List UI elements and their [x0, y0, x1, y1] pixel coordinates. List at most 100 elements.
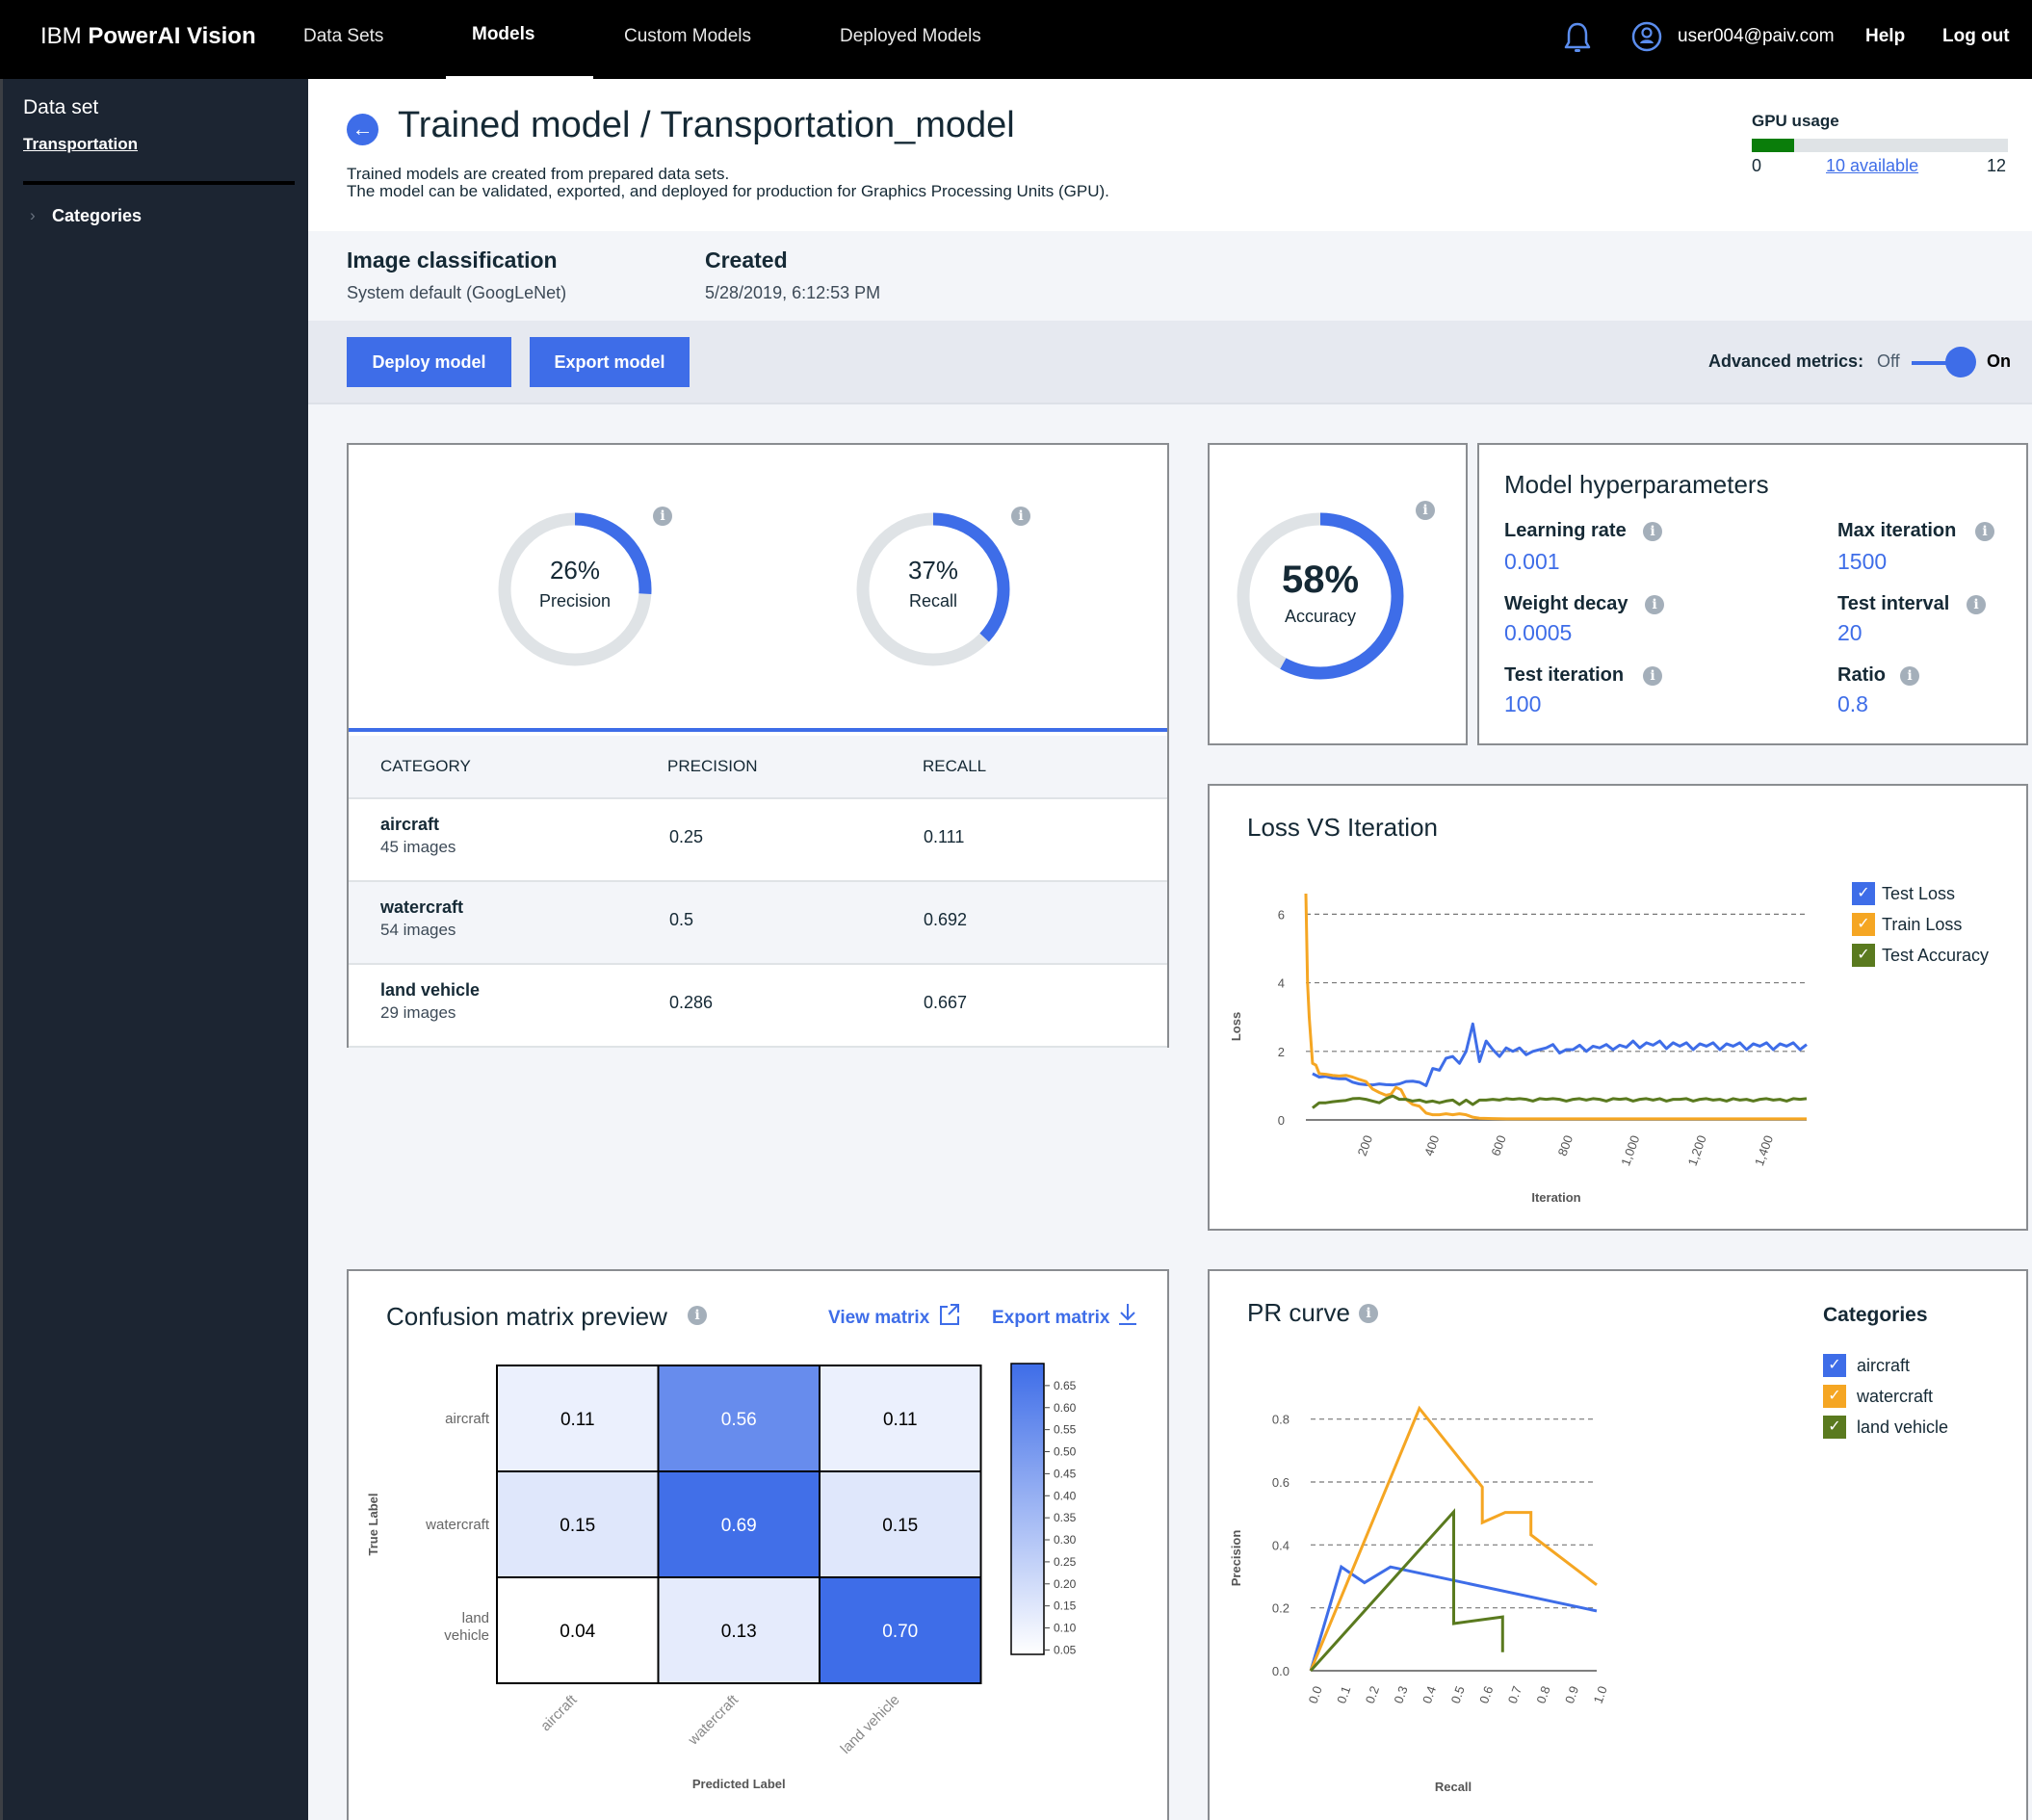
legend-checkbox-train-loss[interactable]: ✓ — [1852, 913, 1875, 936]
y-tick-label: 0 — [1278, 1113, 1285, 1128]
gpu-max: 12 — [1987, 156, 2007, 175]
column-header-category[interactable]: CATEGORY — [380, 757, 471, 776]
row-image-count: 45 images — [380, 838, 456, 856]
row-label: aircraft — [445, 1411, 490, 1427]
user-email[interactable]: user004@paiv.com — [1678, 26, 1835, 47]
model-info-strip: Image classification System default (Goo… — [308, 231, 2032, 321]
page-header: ← Trained model / Transportation_model T… — [308, 79, 2032, 231]
table-row: land vehicle 29 images 0.286 0.667 — [349, 965, 1167, 1048]
legend-checkbox-test-accuracy[interactable]: ✓ — [1852, 944, 1875, 967]
x-tick-label: 1,200 — [1685, 1133, 1709, 1168]
action-bar: Deploy model Export model Advanced metri… — [308, 321, 2032, 404]
legend-checkbox-land-vehicle[interactable]: ✓ — [1823, 1416, 1846, 1439]
table-row: watercraft 54 images 0.5 0.692 — [349, 882, 1167, 965]
export-model-button[interactable]: Export model — [530, 337, 690, 387]
y-tick-label: 2 — [1278, 1045, 1285, 1059]
legend-checkbox-test-loss[interactable]: ✓ — [1852, 882, 1875, 905]
y-axis-label: Precision — [1229, 1530, 1243, 1587]
sidebar-item-categories[interactable]: Categories — [52, 206, 142, 226]
loss-chart: 0 2 4 6 200 400 600 800 1,000 1,200 1,400 Iteration… — [1229, 893, 1808, 1205]
column-label: watercraft — [685, 1691, 742, 1749]
recall-value: 37% — [907, 556, 959, 585]
sidebar-title: Data set — [23, 96, 99, 118]
hp-label-learning-rate: Learning rate — [1504, 520, 1627, 541]
precision-info-icon[interactable]: i — [653, 507, 672, 526]
weight-decay-info-icon[interactable]: i — [1645, 595, 1664, 614]
x-tick-label: 200 — [1355, 1133, 1376, 1158]
y-tick-label: 4 — [1278, 976, 1285, 991]
legend-checkbox-aircraft[interactable]: ✓ — [1823, 1354, 1846, 1377]
description-line-2: The model can be validated, exported, an… — [347, 182, 1109, 200]
y-tick-label: 0.4 — [1272, 1538, 1290, 1552]
colorbar-tick-label: 0.25 — [1054, 1555, 1077, 1569]
matrix-cell-value: 0.56 — [721, 1410, 757, 1430]
row-precision: 0.25 — [669, 827, 704, 846]
row-precision: 0.5 — [669, 910, 694, 929]
advanced-metrics-toggle-knob[interactable] — [1945, 347, 1976, 377]
precision-recall-card: 26% Precision i 37% Recall i CATEGORY PR… — [347, 443, 1169, 1048]
tab-data-sets[interactable]: Data Sets — [303, 26, 383, 47]
chevron-right-icon[interactable]: › — [30, 206, 36, 225]
x-tick-label: 0.0 — [1306, 1684, 1325, 1705]
accuracy-label: Accuracy — [1284, 607, 1357, 626]
user-avatar-icon[interactable] — [1631, 21, 1662, 57]
legend-label-land-vehicle: land vehicle — [1857, 1417, 1949, 1437]
colorbar-tick-label: 0.60 — [1054, 1401, 1077, 1415]
page-description: Trained models are created from prepared… — [347, 166, 1109, 200]
tab-deployed-models[interactable]: Deployed Models — [840, 26, 981, 47]
hp-value-test-interval: 20 — [1837, 620, 1863, 645]
row-recall: 0.667 — [924, 993, 968, 1012]
row-category: aircraft — [380, 815, 440, 834]
matrix-cell-value: 0.11 — [883, 1410, 918, 1430]
legend-checkbox-watercraft[interactable]: ✓ — [1823, 1385, 1846, 1408]
sidebar-divider — [23, 181, 295, 185]
bell-icon[interactable] — [1562, 21, 1593, 61]
legend-label-aircraft: aircraft — [1857, 1356, 1911, 1375]
pr-curve-card: PR curve i 0.0 0.2 0.4 0.6 0.8 0.0 0.1 0.2 0.3 0.… — [1208, 1269, 2028, 1820]
tab-models[interactable]: Models — [472, 24, 534, 45]
colorbar-tick-label: 0.65 — [1054, 1379, 1077, 1392]
table-row: aircraft 45 images 0.25 0.111 — [349, 799, 1167, 882]
dataset-link[interactable]: Transportation — [23, 135, 138, 154]
y-axis-label: True Label — [366, 1493, 380, 1555]
deploy-model-button[interactable]: Deploy model — [347, 337, 511, 387]
row-image-count: 54 images — [380, 921, 456, 939]
x-tick-label: 800 — [1555, 1133, 1576, 1158]
column-header-precision[interactable]: PRECISION — [667, 757, 758, 776]
recall-label: Recall — [908, 591, 958, 611]
tab-custom-models[interactable]: Custom Models — [624, 26, 751, 47]
max-iteration-info-icon[interactable]: i — [1975, 522, 1994, 541]
learning-rate-info-icon[interactable]: i — [1643, 522, 1662, 541]
column-header-recall[interactable]: RECALL — [923, 757, 986, 776]
row-recall: 0.692 — [924, 910, 968, 929]
test-interval-info-icon[interactable]: i — [1967, 595, 1986, 614]
help-link[interactable]: Help — [1865, 26, 1905, 47]
precision-value: 26% — [549, 556, 601, 585]
accuracy-info-icon[interactable]: i — [1416, 501, 1435, 520]
gpu-min: 0 — [1752, 156, 1762, 175]
colorbar-tick-label: 0.40 — [1054, 1489, 1077, 1502]
gpu-usage-label: GPU usage — [1752, 112, 1839, 130]
hp-label-test-iteration: Test iteration — [1504, 664, 1625, 686]
x-tick-label: 0.3 — [1391, 1684, 1410, 1705]
y-axis-label: Loss — [1229, 1012, 1243, 1041]
gpu-available-link[interactable]: 10 available — [1826, 156, 1918, 176]
accuracy-value: 58% — [1281, 559, 1360, 601]
colorbar-tick-label: 0.10 — [1054, 1622, 1077, 1635]
x-tick-label: 0.6 — [1476, 1684, 1496, 1705]
test-iteration-info-icon[interactable]: i — [1643, 666, 1662, 686]
ratio-info-icon[interactable]: i — [1900, 666, 1919, 686]
arrow-left-icon[interactable]: ← — [347, 114, 378, 145]
x-tick-label: 0.5 — [1448, 1684, 1468, 1705]
hp-value-test-iteration: 100 — [1504, 691, 1542, 716]
colorbar-tick-label: 0.55 — [1054, 1423, 1077, 1437]
series-line-test-accuracy — [1312, 1094, 1808, 1109]
series-line-land-vehicle — [1309, 1508, 1504, 1673]
recall-info-icon[interactable]: i — [1011, 507, 1030, 526]
colorbar-tick-label: 0.15 — [1054, 1599, 1077, 1613]
logout-link[interactable]: Log out — [1942, 26, 2010, 47]
matrix-cell-value: 0.69 — [721, 1516, 757, 1536]
row-category: land vehicle — [380, 980, 481, 1000]
app-brand[interactable]: IBM PowerAI Vision — [40, 23, 256, 50]
hp-value-learning-rate: 0.001 — [1504, 549, 1560, 574]
